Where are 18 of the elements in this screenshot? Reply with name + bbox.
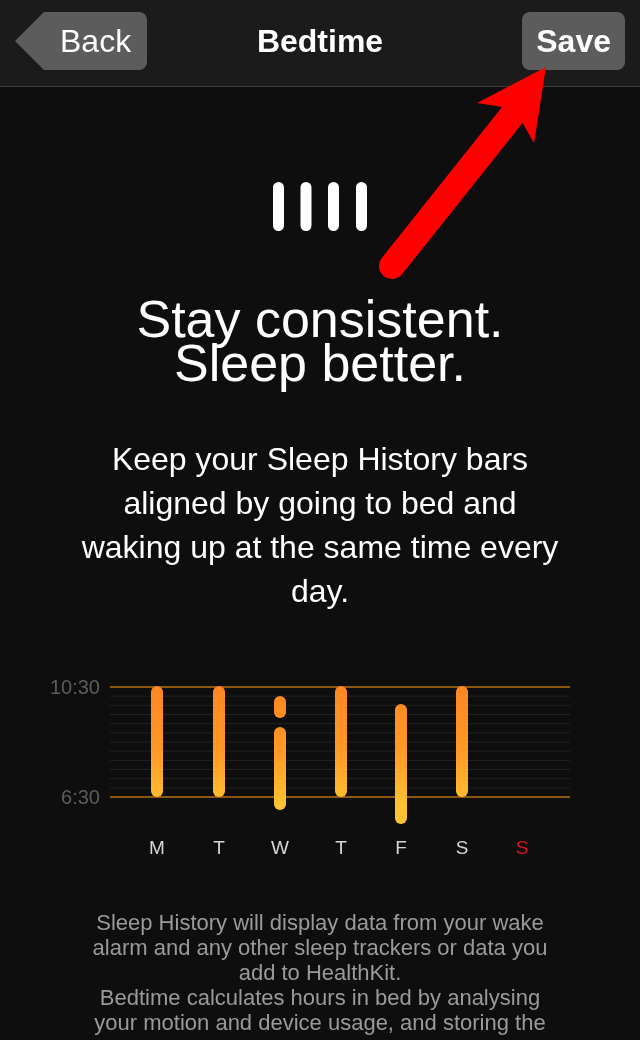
sleep-bar <box>274 696 286 718</box>
axis-label: 10:30 <box>49 676 100 698</box>
day-label: S <box>455 837 469 858</box>
day-label: S <box>515 837 529 858</box>
day-label: T <box>335 837 347 858</box>
day-label: F <box>395 837 407 858</box>
intro-text: Keep your Sleep History bars aligned by going to bed and waking up at the same time every day. <box>80 440 560 611</box>
save-button[interactable]: Save <box>522 12 625 70</box>
page-title: Bedtime <box>256 22 384 61</box>
axis-label: 6:30 <box>61 786 100 808</box>
sleep-bars-icon <box>273 182 367 231</box>
day-label: T <box>213 837 225 858</box>
day-label: M <box>149 837 165 858</box>
footnote-text: Bedtime calculates hours in bed by analysing your motion and device usage, and storing the <box>93 985 547 1035</box>
headline: Stay consistent. Sleep better. <box>135 295 505 394</box>
back-button[interactable]: Back <box>15 12 148 70</box>
day-label: W <box>271 837 289 858</box>
footnote-text: Sleep History will display data from your wake alarm and any other sleep trackers or data you add to HealthKit. <box>91 910 549 985</box>
